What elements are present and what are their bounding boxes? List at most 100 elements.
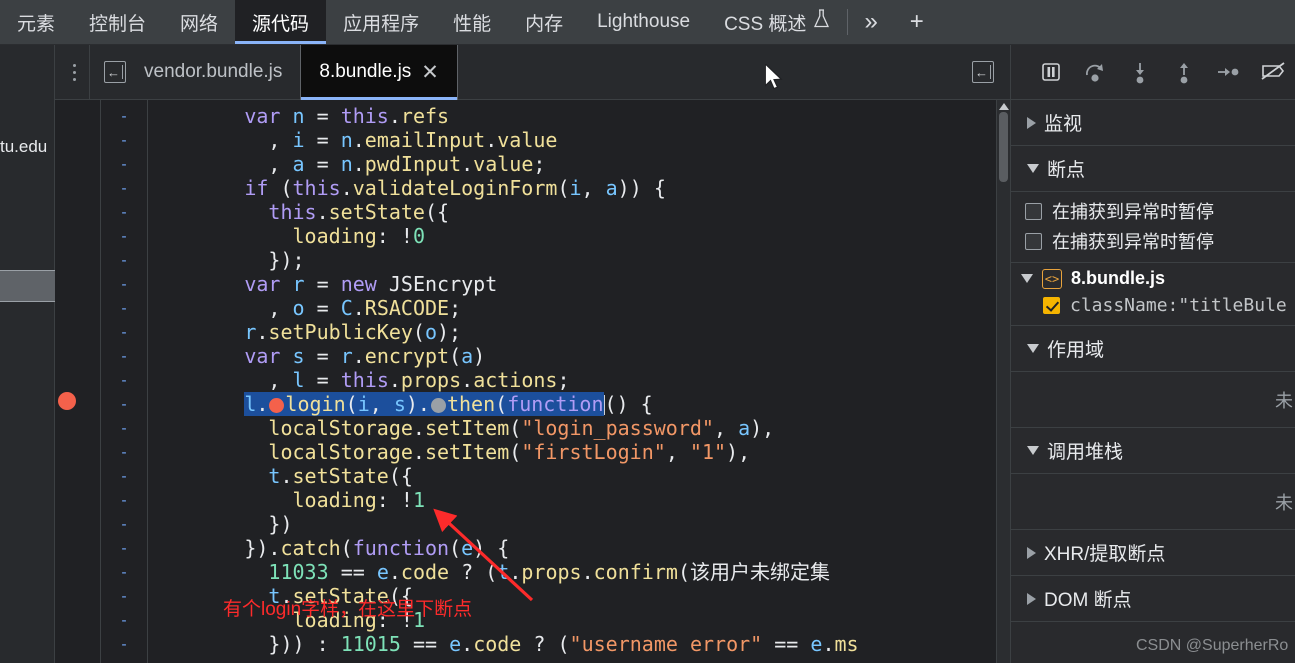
code-line[interactable]: , a = n.pwdInput.value; bbox=[148, 152, 958, 176]
chevron-down-icon bbox=[1027, 446, 1039, 455]
line-number: - bbox=[119, 179, 129, 197]
breakpoint-group: <> 8.bundle.js className:"titleBule bbox=[1011, 263, 1295, 326]
breakpoint-gutter[interactable] bbox=[55, 100, 101, 663]
code-line[interactable]: if (this.validateLoginForm(i, a)) { bbox=[148, 176, 958, 200]
breakpoint-file-row[interactable]: <> 8.bundle.js bbox=[1011, 263, 1295, 292]
inline-breakpoint-dot[interactable] bbox=[269, 398, 285, 413]
tab-css-overview[interactable]: CSS 概述 bbox=[707, 0, 847, 44]
pause-on-caught-exceptions-row-2[interactable]: 在捕获到异常时暂停 bbox=[1011, 226, 1295, 256]
code-line[interactable]: }).catch(function(e) { bbox=[148, 536, 958, 560]
tab-label: 源代码 bbox=[252, 13, 310, 35]
scroll-up-icon[interactable] bbox=[999, 103, 1009, 110]
section-watch[interactable]: 监视 bbox=[1011, 100, 1295, 146]
section-label: XHR/提取断点 bbox=[1044, 544, 1166, 565]
tab-application[interactable]: 应用程序 bbox=[326, 0, 436, 44]
section-dom-breakpoints[interactable]: DOM 断点 bbox=[1011, 576, 1295, 622]
close-icon[interactable]: ✕ bbox=[421, 60, 439, 85]
breakpoint-dot[interactable] bbox=[58, 392, 76, 410]
editor-tab-strip: ← vendor.bundle.js 8.bundle.js ✕ ← bbox=[55, 44, 1010, 100]
chevron-down-icon bbox=[1027, 164, 1039, 173]
more-options-icon[interactable] bbox=[59, 63, 89, 81]
code-line[interactable]: }); bbox=[148, 248, 958, 272]
line-number: - bbox=[119, 227, 129, 245]
call-stack-empty-state: 未 bbox=[1011, 474, 1295, 530]
chevron-right-icon bbox=[1027, 592, 1036, 605]
tab-sources[interactable]: 源代码 bbox=[235, 0, 327, 44]
line-number: - bbox=[119, 275, 129, 293]
pause-on-caught-exceptions-row-1[interactable]: 在捕获到异常时暂停 bbox=[1011, 196, 1295, 226]
code-line[interactable]: t.setState({ bbox=[148, 464, 958, 488]
code-line[interactable]: var n = this.refs bbox=[148, 104, 958, 128]
code-line[interactable]: loading: !1 bbox=[148, 488, 958, 512]
section-call-stack[interactable]: 调用堆栈 bbox=[1011, 428, 1295, 474]
strip-divider bbox=[89, 44, 90, 100]
code-line[interactable]: , i = n.emailInput.value bbox=[148, 128, 958, 152]
tab-memory[interactable]: 内存 bbox=[508, 0, 580, 44]
option-label: 在捕获到异常时暂停 bbox=[1052, 202, 1214, 222]
section-scope[interactable]: 作用域 bbox=[1011, 326, 1295, 372]
editor-tab-label: 8.bundle.js bbox=[319, 61, 412, 82]
chevron-right-icon bbox=[1027, 116, 1036, 129]
deactivate-breakpoints-icon[interactable] bbox=[1251, 59, 1295, 85]
editor-tab-8-bundle[interactable]: 8.bundle.js ✕ bbox=[300, 44, 458, 100]
checkbox[interactable] bbox=[1025, 232, 1042, 250]
step-into-icon[interactable] bbox=[1118, 59, 1162, 85]
tab-performance[interactable]: 性能 bbox=[436, 0, 508, 44]
scrollbar-thumb[interactable] bbox=[999, 112, 1008, 182]
code-line[interactable]: l. login(i, s). then(function() { bbox=[148, 392, 958, 416]
section-label: 调用堆栈 bbox=[1047, 442, 1124, 463]
line-number: - bbox=[119, 155, 129, 173]
step-over-icon[interactable] bbox=[1073, 59, 1117, 85]
pause-icon[interactable] bbox=[1029, 59, 1073, 85]
code-line[interactable]: })) : 11015 == e.code ? ("username error… bbox=[148, 632, 958, 656]
code-line[interactable]: 11033 == e.code ? (t.props.confirm(该用户未绑… bbox=[148, 560, 958, 584]
tab-elements[interactable]: 元素 bbox=[0, 0, 72, 44]
code-line[interactable]: var s = r.encrypt(a) bbox=[148, 344, 958, 368]
step-icon[interactable] bbox=[1206, 59, 1250, 85]
code-line[interactable]: this.setState({ bbox=[148, 200, 958, 224]
plus-icon[interactable]: + bbox=[894, 0, 940, 44]
code-line[interactable]: r.setPublicKey(o); bbox=[148, 320, 958, 344]
code-content[interactable]: var n = this.refs , i = n.emailInput.val… bbox=[148, 100, 958, 663]
section-label: DOM 断点 bbox=[1044, 590, 1132, 611]
step-out-icon[interactable] bbox=[1162, 59, 1206, 85]
tab-console[interactable]: 控制台 bbox=[72, 0, 163, 44]
line-number-gutter: - - - - - - - - - - - - - - - - - - - - - - - bbox=[101, 100, 148, 663]
editor-vertical-scrollbar[interactable] bbox=[996, 100, 1010, 663]
checkbox[interactable] bbox=[1025, 202, 1042, 220]
annotation-arrow bbox=[433, 508, 534, 602]
show-debugger-icon[interactable]: ← bbox=[972, 61, 994, 83]
source-file-icon: <> bbox=[1042, 268, 1062, 289]
scope-empty-state: 未 bbox=[1011, 372, 1295, 428]
debugger-sidebar: 监视 断点 在捕获到异常时暂停 在捕获到异常时暂停 <> 8.bundle.js bbox=[1010, 45, 1295, 663]
code-line[interactable]: localStorage.setItem("firstLogin", "1"), bbox=[148, 440, 958, 464]
tab-label: 性能 bbox=[453, 13, 492, 35]
line-number: - bbox=[119, 563, 129, 581]
code-line[interactable]: , o = C.RSACODE; bbox=[148, 296, 958, 320]
tab-lighthouse[interactable]: Lighthouse bbox=[580, 0, 707, 44]
breakpoint-file-name: 8.bundle.js bbox=[1071, 268, 1166, 288]
editor-tab-vendor-bundle[interactable]: vendor.bundle.js bbox=[126, 45, 300, 100]
tab-label: CSS 概述 bbox=[724, 13, 807, 35]
chevron-double-right-icon[interactable]: » bbox=[848, 0, 893, 44]
chevron-down-icon bbox=[1021, 274, 1033, 283]
section-breakpoints[interactable]: 断点 bbox=[1011, 146, 1295, 192]
option-label: 在捕获到异常时暂停 bbox=[1052, 232, 1214, 252]
source-code-editor[interactable]: - - - - - - - - - - - - - - - - - - - - - - - var n = this.ref… bbox=[55, 100, 1010, 663]
line-number: - bbox=[119, 395, 129, 413]
checkbox[interactable] bbox=[1043, 297, 1060, 314]
inline-breakpoint-dot-inactive[interactable] bbox=[430, 398, 446, 413]
section-xhr-breakpoints[interactable]: XHR/提取断点 bbox=[1011, 530, 1295, 576]
section-label: 断点 bbox=[1047, 160, 1086, 181]
navigator-selected-row[interactable] bbox=[0, 270, 55, 302]
code-line[interactable]: , l = this.props.actions; bbox=[148, 368, 958, 392]
breakpoint-list-item[interactable]: className:"titleBule bbox=[1011, 292, 1295, 319]
code-line[interactable]: }) bbox=[148, 512, 958, 536]
code-line[interactable]: loading: !0 bbox=[148, 224, 958, 248]
show-navigator-icon[interactable]: ← bbox=[104, 61, 126, 83]
code-line[interactable]: var r = new JSEncrypt bbox=[148, 272, 958, 296]
tab-network[interactable]: 网络 bbox=[163, 0, 235, 44]
tab-label: 应用程序 bbox=[343, 13, 420, 35]
code-line[interactable]: localStorage.setItem("login_password", a… bbox=[148, 416, 958, 440]
line-number: - bbox=[119, 635, 129, 653]
